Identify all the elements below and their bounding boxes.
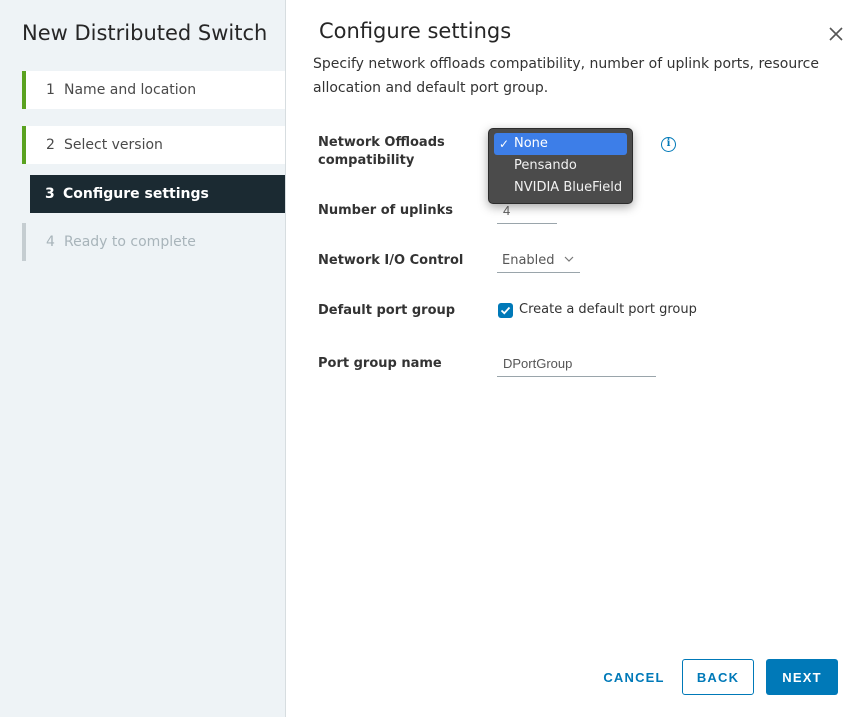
step-name-and-location[interactable]: 1 Name and location <box>22 71 285 109</box>
offloads-option-pensando[interactable]: Pensando <box>494 155 627 177</box>
cancel-button[interactable]: CANCEL <box>599 659 669 695</box>
step-number: 1 <box>46 82 55 98</box>
step-number: 2 <box>46 137 55 153</box>
chevron-down-icon <box>564 256 574 262</box>
nioc-select[interactable]: Enabled <box>497 248 580 273</box>
step-progress-bar <box>22 126 26 164</box>
pg-name-label: Port group name <box>318 356 442 371</box>
uplinks-input[interactable]: 4 <box>497 198 557 224</box>
info-icon[interactable]: i <box>661 137 676 152</box>
offloads-label: Network Offloads compatibility <box>318 135 445 168</box>
step-number: 3 <box>45 186 55 202</box>
step-label: Name and location <box>64 82 197 98</box>
nioc-value: Enabled <box>502 253 555 268</box>
step-label: Select version <box>64 137 163 153</box>
wizard-content: Configure settings Specify network offlo… <box>287 0 861 717</box>
page-description: Specify network offloads compatibility, … <box>313 56 819 96</box>
offloads-option-none[interactable]: ✓ None <box>494 133 627 155</box>
step-number: 4 <box>46 234 55 250</box>
step-progress-bar <box>22 71 26 109</box>
nioc-label: Network I/O Control <box>318 253 464 268</box>
offloads-option-nvidia-bluefield[interactable]: NVIDIA BlueField <box>494 177 627 199</box>
page-title: Configure settings <box>319 19 512 43</box>
checkmark-icon <box>500 306 511 315</box>
step-label: Configure settings <box>63 186 209 202</box>
option-label: Pensando <box>514 158 577 173</box>
pg-name-input[interactable]: DPortGroup <box>497 351 656 377</box>
step-progress-bar <box>22 223 26 261</box>
option-label: None <box>514 136 548 151</box>
default-pg-label: Default port group <box>318 303 456 318</box>
wizard-sidebar: New Distributed Switch 1 Name and locati… <box>0 0 286 717</box>
wizard-title: New Distributed Switch <box>22 21 268 45</box>
default-pg-checkbox-label[interactable]: Create a default port group <box>519 301 697 319</box>
back-button[interactable]: BACK <box>682 659 754 695</box>
close-icon[interactable] <box>828 26 844 42</box>
step-ready-to-complete: 4 Ready to complete <box>22 223 285 261</box>
default-pg-checkbox[interactable] <box>498 303 513 318</box>
next-button[interactable]: NEXT <box>766 659 838 695</box>
step-label: Ready to complete <box>64 234 196 250</box>
uplinks-label: Number of uplinks <box>318 203 453 218</box>
step-configure-settings[interactable]: 3 Configure settings <box>30 175 285 213</box>
offloads-dropdown-menu: ✓ None Pensando NVIDIA BlueField <box>488 128 633 204</box>
checkmark-icon: ✓ <box>499 137 510 151</box>
step-select-version[interactable]: 2 Select version <box>22 126 285 164</box>
option-label: NVIDIA BlueField <box>514 180 623 195</box>
